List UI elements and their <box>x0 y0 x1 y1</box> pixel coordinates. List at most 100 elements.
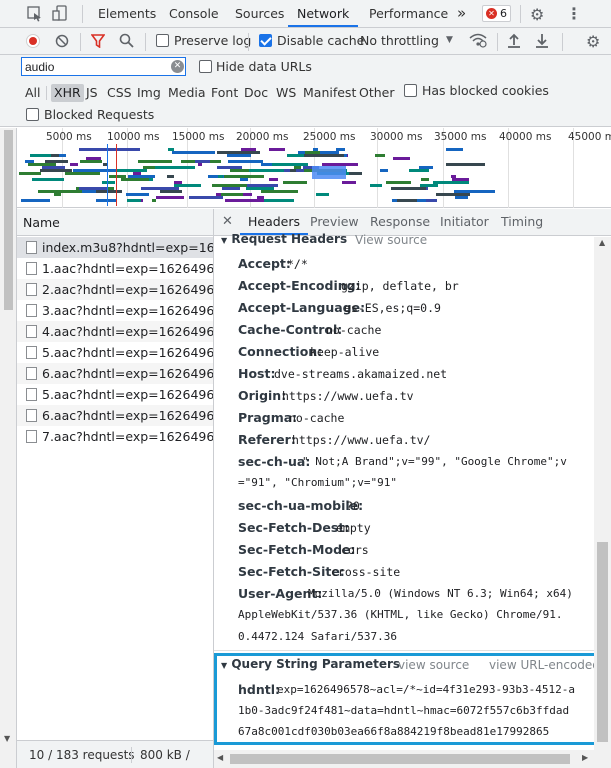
query-param-value: 67a8c001cdf030b03ea66f8a884219f8bead81e1… <box>238 725 550 738</box>
details-horizontal-scrollbar[interactable]: ◀ ▶ <box>214 750 611 768</box>
view-source-link[interactable]: View source <box>355 233 427 247</box>
device-toolbar-icon[interactable] <box>52 5 68 25</box>
query-string-section-title[interactable]: ▼ Query String Parameters <box>221 657 400 671</box>
tab-timing[interactable]: Timing <box>501 209 543 235</box>
type-xhr[interactable]: XHR <box>51 84 84 102</box>
header-name: Origin: <box>238 388 287 403</box>
name-column-header[interactable]: Name <box>17 209 214 236</box>
network-settings-gear-icon[interactable]: ⚙ <box>586 32 600 51</box>
waterfall-bar <box>27 163 57 166</box>
tab-console[interactable]: Console <box>169 0 219 27</box>
network-conditions-icon[interactable] <box>469 32 487 51</box>
file-icon <box>26 346 37 359</box>
header-value: cors <box>341 543 369 557</box>
details-vertical-scrollbar[interactable]: ▲ <box>594 237 611 750</box>
timeline-tick: 10000 ms <box>107 131 160 143</box>
timeline-tick: 5000 ms <box>46 131 92 143</box>
waterfall-bar <box>451 178 470 181</box>
preserve-log-checkbox[interactable] <box>156 34 169 47</box>
list-item[interactable]: 3.aac?hdntl=exp=162649657… <box>17 300 214 321</box>
type-font[interactable]: Font <box>208 84 241 102</box>
waterfall-bar <box>126 193 150 196</box>
more-tabs-button[interactable]: » <box>457 0 466 27</box>
tab-elements[interactable]: Elements <box>98 0 156 27</box>
list-item[interactable]: 5.aac?hdntl=exp=162649657… <box>17 342 214 363</box>
waterfall-bar <box>171 151 204 154</box>
type-ws[interactable]: WS <box>273 84 299 102</box>
disable-cache-checkbox[interactable] <box>259 34 272 47</box>
tab-performance[interactable]: Performance <box>369 0 448 27</box>
waterfall-bar <box>222 187 240 190</box>
list-item[interactable]: 6.aac?hdntl=exp=162649657… <box>17 405 214 426</box>
waterfall-bar <box>156 196 185 199</box>
tab-network[interactable]: Network <box>288 0 359 27</box>
type-js[interactable]: JS <box>83 84 101 102</box>
waterfall-bar <box>246 187 274 190</box>
record-icon[interactable] <box>26 34 40 48</box>
chevron-down-icon[interactable]: ▼ <box>446 35 453 45</box>
query-param-name: hdntl: <box>238 682 281 697</box>
filter-input[interactable] <box>21 57 186 76</box>
waterfall-bar <box>221 193 244 196</box>
waterfall-bar <box>19 172 42 175</box>
header-value: no-cache <box>289 411 345 425</box>
header-value: ="91", "Chromium";v="91" <box>238 476 397 489</box>
waterfall-bar <box>197 163 202 166</box>
type-img[interactable]: Img <box>134 84 164 102</box>
header-name: Sec-Fetch-Dest: <box>238 520 350 535</box>
tab-sources[interactable]: Sources <box>235 0 284 27</box>
waterfall-bar <box>189 196 224 199</box>
list-item[interactable]: index.m3u8?hdntl=exp=1626… <box>17 237 214 258</box>
filter-icon[interactable] <box>90 34 106 51</box>
list-item[interactable]: 4.aac?hdntl=exp=162649657… <box>17 321 214 342</box>
blocked-requests-checkbox[interactable] <box>26 108 39 121</box>
hide-data-urls-checkbox[interactable] <box>199 60 212 73</box>
list-item[interactable]: 1.aac?hdntl=exp=162649657… <box>17 258 214 279</box>
timeline-tick: 35000 ms <box>434 131 487 143</box>
list-item[interactable]: 2.aac?hdntl=exp=162649657… <box>17 279 214 300</box>
header-value: Mozilla/5.0 (Windows NT 6.3; Win64; x64) <box>308 587 573 600</box>
type-media[interactable]: Media <box>165 84 209 102</box>
close-icon[interactable]: ✕ <box>222 214 233 229</box>
list-item[interactable]: 6.aac?hdntl=exp=162649657… <box>17 363 214 384</box>
throttling-select[interactable]: No throttling <box>360 33 439 48</box>
clear-filter-icon[interactable]: ✕ <box>171 60 184 73</box>
inspect-element-icon[interactable] <box>27 6 43 25</box>
waterfall-bar <box>446 163 486 166</box>
tab-initiator[interactable]: Initiator <box>440 209 489 235</box>
list-item[interactable]: 7.aac?hdntl=exp=162649657… <box>17 426 214 447</box>
file-icon <box>26 409 37 422</box>
waterfall-bar <box>166 175 174 178</box>
waterfall-bar <box>282 181 307 184</box>
waterfall-bar <box>224 175 265 178</box>
transfer-size: 800 kB / 12.6 <box>140 748 190 762</box>
timeline-tick: 20000 ms <box>236 131 289 143</box>
type-doc[interactable]: Doc <box>241 84 271 102</box>
export-har-icon[interactable] <box>535 33 549 51</box>
has-blocked-cookies-checkbox[interactable] <box>404 84 417 97</box>
search-icon[interactable] <box>119 33 134 51</box>
file-icon <box>26 367 37 380</box>
view-url-encoded-link[interactable]: view URL-encoded <box>489 658 600 672</box>
clear-icon[interactable] <box>55 34 69 51</box>
query-view-source-link[interactable]: view source <box>398 658 469 672</box>
header-value: ?0 <box>346 499 360 513</box>
errors-badge[interactable]: ✕ 6 <box>482 5 511 22</box>
tab-response[interactable]: Response <box>370 209 430 235</box>
timeline-overview[interactable]: 5000 ms 10000 ms 15000 ms 20000 ms 25000… <box>17 128 611 208</box>
type-other[interactable]: Other <box>356 84 398 102</box>
header-name: Referer: <box>238 432 296 447</box>
import-har-icon[interactable] <box>507 33 521 51</box>
type-css[interactable]: CSS <box>104 84 135 102</box>
type-all[interactable]: All <box>22 84 44 102</box>
more-options-icon[interactable]: ⋮ <box>566 4 582 23</box>
list-item[interactable]: 5.aac?hdntl=exp=162649657… <box>17 384 214 405</box>
file-icon <box>26 304 37 317</box>
waterfall-bar <box>50 154 59 157</box>
type-manifest[interactable]: Manifest <box>300 84 359 102</box>
waterfall-bar <box>225 199 265 202</box>
request-headers-section-title[interactable]: ▼ Request Headers <box>221 232 347 246</box>
left-scrollbar[interactable]: ▼ <box>0 128 17 768</box>
settings-gear-icon[interactable]: ⚙ <box>530 5 544 24</box>
waterfall-bar <box>453 190 495 193</box>
